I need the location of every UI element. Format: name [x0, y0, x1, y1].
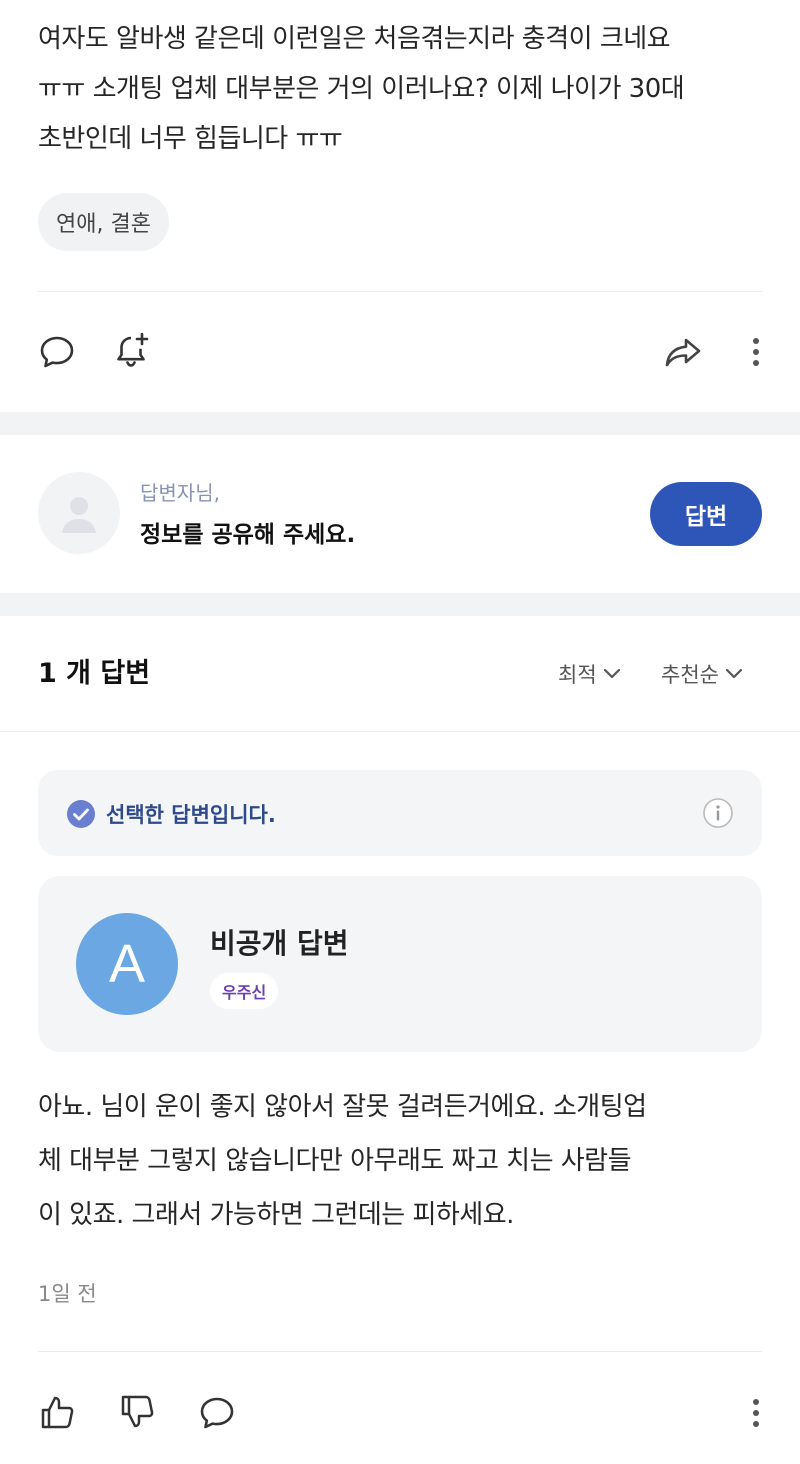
answer-body: 아뇨. 님이 운이 좋지 않아서 잘못 걸려든거에요. 소개팅업 체 대부분 그…: [38, 1080, 762, 1242]
section-separator: [0, 412, 800, 435]
comment-button[interactable]: [36, 331, 78, 373]
sort-dropdown-recommend[interactable]: 추천순: [661, 659, 743, 689]
like-button[interactable]: [38, 1392, 78, 1432]
divider: [38, 291, 762, 292]
thumbs-down-icon: [121, 1395, 154, 1428]
question-line: 여자도 알바생 같은데 이런일은 처음겪는지라 충격이 크네요: [38, 24, 671, 54]
question-line: ㅠㅠ 소개팅 업체 대부분은 거의 이러나요? 이제 나이가 30대: [38, 74, 685, 104]
chevron-down-icon: [603, 668, 620, 679]
answer-line: 체 대부분 그렇지 않습니다만 아무래도 짜고 치는 사람들: [38, 1146, 632, 1176]
sort-dropdown-best[interactable]: 최적: [558, 659, 621, 689]
divider: [0, 731, 800, 732]
answer-author-card: A 비공개 답변 우주신: [38, 876, 762, 1052]
share-arrow-icon: [665, 338, 701, 367]
divider: [38, 1351, 762, 1352]
sort-label: 최적: [558, 663, 597, 687]
selected-answer-label: 선택한 답변입니다.: [106, 803, 276, 827]
question-body: 여자도 알바생 같은데 이런일은 처음겪는지라 충격이 크네요 ㅠㅠ 소개팅 업…: [38, 14, 762, 164]
selected-answer-banner: 선택한 답변입니다.: [38, 770, 762, 856]
speech-bubble-icon: [40, 336, 74, 368]
answer-line: 아뇨. 님이 운이 좋지 않아서 잘못 걸려든거에요. 소개팅업: [38, 1092, 647, 1122]
prompt-subtitle: 답변자님,: [140, 481, 220, 505]
prompt-avatar: [38, 472, 120, 554]
answer-comment-button[interactable]: [196, 1392, 238, 1434]
answer-more-button[interactable]: [744, 1395, 768, 1431]
author-avatar: A: [76, 913, 178, 1015]
prompt-title: 정보를 공유해 주세요.: [140, 522, 356, 548]
check-circle-icon: [67, 800, 95, 828]
alert-button[interactable]: [110, 329, 154, 373]
question-line: 초반인데 너무 힘듭니다 ㅠㅠ: [38, 124, 343, 154]
author-name: 비공개 답변: [210, 927, 349, 960]
answers-count: 1 개 답변: [38, 658, 151, 689]
vertical-ellipsis-icon: [753, 1399, 759, 1427]
speech-bubble-icon: [200, 1397, 234, 1429]
answer-timestamp: 1일 전: [38, 1282, 97, 1306]
thumbs-up-icon: [41, 1396, 74, 1429]
vertical-ellipsis-icon: [753, 338, 759, 366]
share-button[interactable]: [662, 332, 704, 372]
default-user-icon: [62, 497, 96, 533]
more-button[interactable]: [744, 334, 768, 370]
sort-label: 추천순: [661, 663, 719, 687]
answer-line: 이 있죠. 그래서 가능하면 그런데는 피하세요.: [38, 1200, 514, 1230]
section-separator: [0, 593, 800, 616]
bell-plus-icon: [117, 332, 149, 367]
dislike-button[interactable]: [118, 1392, 158, 1432]
author-badge: 우주신: [210, 973, 279, 1009]
chevron-down-icon: [725, 668, 743, 679]
info-icon[interactable]: [702, 797, 734, 829]
category-tag[interactable]: 연애, 결혼: [38, 193, 169, 251]
write-answer-button[interactable]: 답변: [650, 482, 762, 546]
